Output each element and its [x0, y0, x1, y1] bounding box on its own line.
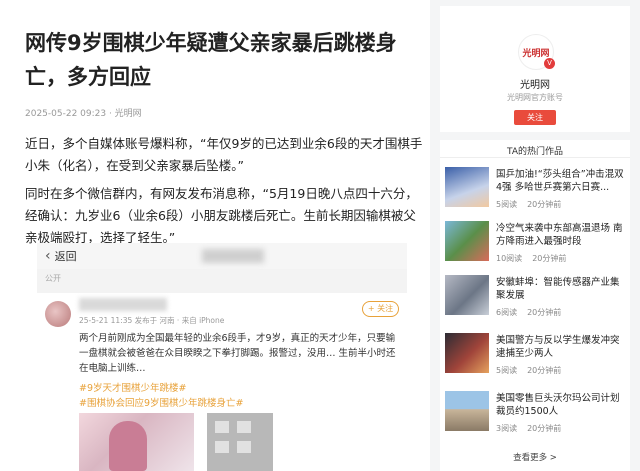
work-time: 20分钟前 [527, 200, 562, 209]
logo-text: 光明网 [522, 48, 550, 59]
article-paragraph: 近日，多个自媒体账号爆料称，“年仅9岁的已达到业余6段的天才围棋手小朱（化名），… [25, 136, 423, 173]
work-title[interactable]: 国乒加油!“莎头组合”冲击混双4强 多哈世乒赛第六日赛... [496, 168, 628, 194]
work-title[interactable]: 美国警方与反以学生爆发冲突 逮捕至少两人 [496, 334, 628, 360]
hashtag: #9岁天才围棋少年跳楼# [79, 383, 187, 394]
window [215, 441, 229, 453]
page: 网传9岁围棋少年疑遭父亲家暴后跳楼身亡，多方回应 2025-05-22 09:2… [0, 0, 640, 471]
work-stats: 10阅读 20分钟前 [496, 253, 576, 264]
work-item[interactable]: 美国零售巨头沃尔玛公司计划裁员约1500人 3阅读 20分钟前 [445, 391, 625, 437]
embedded-screenshot: ‹ 返回 公开 25-5-21 11:35 发布于 河南 · 来自 iPhone… [37, 243, 407, 471]
work-reads: 5阅读 [496, 366, 518, 375]
child-figure [109, 421, 147, 471]
author-desc: 光明网官方账号 [507, 93, 563, 102]
work-title[interactable]: 美国零售巨头沃尔玛公司计划裁员约1500人 [496, 392, 628, 418]
work-thumbnail[interactable] [445, 333, 489, 373]
hashtag: #围棋协会回应9岁围棋少年跳楼身亡# [79, 398, 244, 409]
work-time: 20分钟前 [532, 254, 567, 263]
work-reads: 6阅读 [496, 308, 518, 317]
post-photo-building [207, 413, 273, 471]
work-thumbnail[interactable] [445, 167, 489, 207]
article-meta: 2025-05-22 09:23 · 光明网 [25, 109, 142, 119]
work-reads: 10阅读 [496, 254, 523, 263]
weibo-post-card: 25-5-21 11:35 发布于 河南 · 来自 iPhone + 关注 两个… [37, 293, 407, 471]
view-more-link[interactable]: 查看更多 > [440, 451, 630, 463]
author-name[interactable]: 光明网 [440, 76, 630, 91]
article-paragraph: 同时在多个微信群内，有网友发布消息称，“5月19日晚八点四十六分，经确认：九岁业… [25, 186, 418, 245]
public-label: 公开 [45, 274, 61, 283]
work-reads: 5阅读 [496, 200, 518, 209]
work-item[interactable]: 安徽蚌埠：智能传感器产业集聚发展 6阅读 20分钟前 [445, 275, 625, 321]
verified-icon: V [544, 58, 555, 69]
work-thumbnail[interactable] [445, 391, 489, 431]
blurred-username [79, 298, 167, 311]
work-time: 20分钟前 [527, 366, 562, 375]
post-text: 两个月前刚成为全国最年轻的业余6段手，才9岁，真正的天才少年，只要输一盘棋就会被… [79, 333, 396, 374]
follow-button[interactable]: 关注 [514, 110, 556, 125]
avatar [45, 301, 71, 327]
hot-works-panel: TA的热门作品 国乒加油!“莎头组合”冲击混双4强 多哈世乒赛第六日赛... 5… [440, 140, 630, 471]
back-label: 返回 [54, 250, 77, 263]
follow-pill: + 关注 [362, 301, 399, 317]
sidebar: 光明网 V 光明网 光明网官方账号 关注 TA的热门作品 国乒加油!“莎头组合”… [430, 0, 640, 471]
article-title: 网传9岁围棋少年疑遭父亲家暴后跳楼身亡，多方回应 [25, 31, 397, 89]
work-stats: 5阅读 20分钟前 [496, 365, 571, 376]
work-title[interactable]: 安徽蚌埠：智能传感器产业集聚发展 [496, 276, 628, 302]
work-item[interactable]: 冷空气来袭中东部高温退场 南方降雨进入最强时段 10阅读 20分钟前 [445, 221, 625, 267]
work-time: 20分钟前 [527, 308, 562, 317]
window [215, 421, 229, 433]
article-column: 网传9岁围棋少年疑遭父亲家暴后跳楼身亡，多方回应 2025-05-22 09:2… [0, 0, 430, 471]
back-arrow-icon: ‹ [45, 248, 51, 264]
post-tags: #9岁天才围棋少年跳楼# #围棋协会回应9岁围棋少年跳楼身亡# [79, 381, 243, 411]
work-thumbnail[interactable] [445, 221, 489, 261]
work-stats: 3阅读 20分钟前 [496, 423, 571, 434]
window [237, 421, 251, 433]
work-item[interactable]: 美国警方与反以学生爆发冲突 逮捕至少两人 5阅读 20分钟前 [445, 333, 625, 379]
work-item[interactable]: 国乒加油!“莎头组合”冲击混双4强 多哈世乒赛第六日赛... 5阅读 20分钟前 [445, 167, 625, 213]
post-photo-child [79, 413, 194, 471]
work-thumbnail[interactable] [445, 275, 489, 315]
work-stats: 6阅读 20分钟前 [496, 307, 571, 318]
hot-works-title: TA的热门作品 [440, 140, 630, 158]
author-profile-card: 光明网 V 光明网 光明网官方账号 关注 [440, 6, 630, 132]
window [237, 441, 251, 453]
work-title[interactable]: 冷空气来袭中东部高温退场 南方降雨进入最强时段 [496, 222, 628, 248]
work-stats: 5阅读 20分钟前 [496, 199, 571, 210]
post-date: 25-5-21 11:35 发布于 河南 · 来自 iPhone [79, 316, 225, 325]
work-reads: 3阅读 [496, 424, 518, 433]
work-time: 20分钟前 [527, 424, 562, 433]
blurred-title [202, 249, 264, 263]
